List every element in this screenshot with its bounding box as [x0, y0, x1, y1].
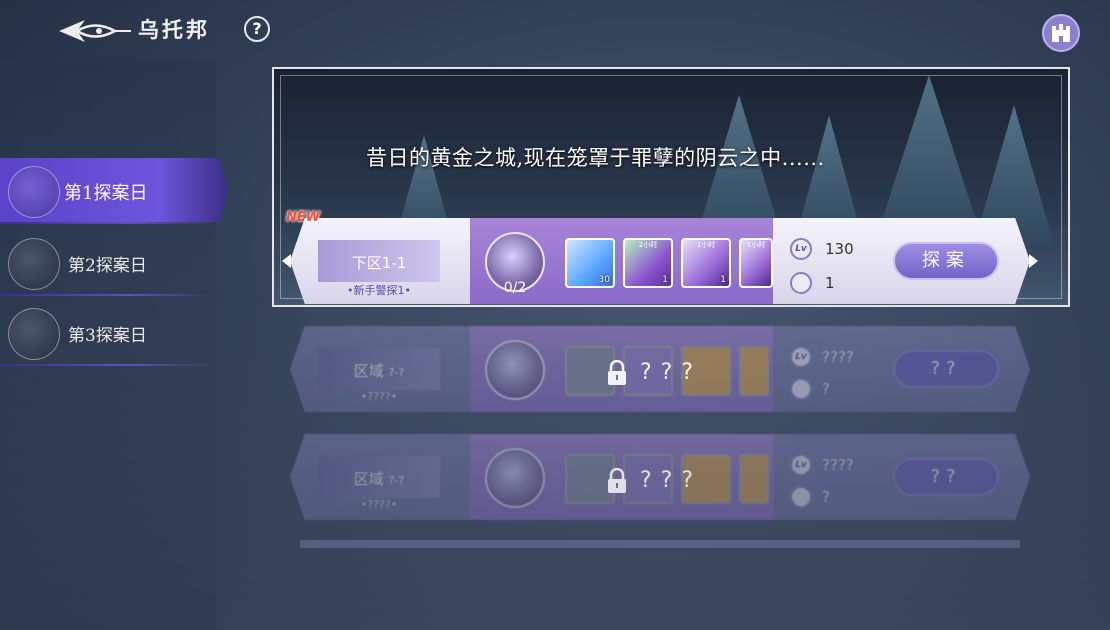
stage-subtitle: •????• [360, 390, 398, 403]
divider [0, 364, 216, 366]
sidebar-item-label: 第3探案日 [68, 326, 147, 346]
right-arrow-icon [1029, 254, 1038, 268]
item-quantity: 30 [598, 275, 610, 285]
item-slot [739, 346, 769, 396]
lock-label: ??? [606, 360, 716, 390]
stage-name: 下区1-1 [351, 254, 407, 272]
explore-button-locked: ?? [893, 350, 999, 388]
story-text: 昔日的黄金之城,现在笼罩于罪孽的阴云之中...... [366, 146, 825, 170]
treasure-chest-icon [485, 340, 545, 400]
treasure-chest-icon [485, 448, 545, 508]
chest-progress: 0/2 [503, 280, 527, 296]
day-orb-icon [8, 238, 60, 290]
stage-name: 区域 ?-? [353, 470, 405, 488]
purple-cone-icon[interactable]: 1小时 1 [681, 238, 731, 288]
new-badge: NEW [286, 210, 321, 225]
help-button[interactable]: ? [244, 16, 270, 42]
sidebar-item-day-3[interactable]: 第3探案日 [0, 300, 228, 364]
level-icon: Lv [790, 454, 812, 476]
lock-label: ??? [606, 468, 716, 498]
back-arrow-icon [59, 20, 131, 42]
lock-text: ??? [640, 468, 703, 493]
item-quantity: 1 [720, 275, 726, 285]
level-value: ???? [822, 456, 854, 474]
castle-icon [1052, 24, 1070, 42]
back-button[interactable] [55, 14, 135, 48]
divider [0, 294, 216, 296]
blue-gem-icon[interactable]: 30 [565, 238, 615, 288]
purple-cone-icon[interactable]: 1小时 [739, 238, 773, 288]
level-icon: Lv [790, 346, 812, 368]
explore-button[interactable]: 探案 [893, 242, 999, 280]
item-slot [739, 454, 769, 504]
power-value: 1 [825, 274, 835, 292]
purple-crystal-icon[interactable]: 2小时 1 [623, 238, 673, 288]
shield-icon [790, 272, 812, 294]
stage-subtitle: •????• [360, 498, 398, 511]
shield-icon [790, 486, 812, 508]
item-tag: 2小时 [638, 241, 658, 249]
day-orb-icon [8, 166, 60, 218]
day-orb-icon [8, 308, 60, 360]
item-tag: 1小时 [696, 241, 716, 249]
castle-button[interactable] [1042, 14, 1080, 52]
lock-text: ??? [640, 360, 703, 385]
lock-icon [608, 468, 626, 493]
sidebar-item-day-2[interactable]: 第2探案日 [0, 230, 228, 294]
lock-icon [608, 360, 626, 385]
level-value: ???? [822, 348, 854, 366]
sidebar-item-label: 第1探案日 [64, 183, 148, 204]
explore-button-locked: ?? [893, 458, 999, 496]
divider [0, 222, 216, 224]
stage-name: 区域 ?-? [353, 362, 405, 380]
shield-icon [790, 378, 812, 400]
next-stage-edge [300, 540, 1020, 548]
item-quantity: 1 [662, 275, 668, 285]
power-value: ? [822, 380, 830, 398]
page-title: 乌托邦 [138, 17, 210, 42]
level-value: 130 [825, 240, 854, 258]
top-bar: 乌托邦 ? [0, 0, 1110, 60]
item-tag: 1小时 [746, 241, 766, 249]
sidebar-item-day-1[interactable]: 第1探案日 [0, 158, 228, 222]
power-value: ? [822, 488, 830, 506]
left-arrow-icon [282, 254, 291, 268]
stage-card[interactable]: NEW 下区1-1 •新手警探1• 0/2 30 2小时 1 1小时 1 1小时… [282, 210, 1038, 304]
level-icon: Lv [790, 238, 812, 260]
stage-subtitle: •新手警探1• [347, 284, 411, 297]
sidebar-item-label: 第2探案日 [68, 256, 147, 276]
